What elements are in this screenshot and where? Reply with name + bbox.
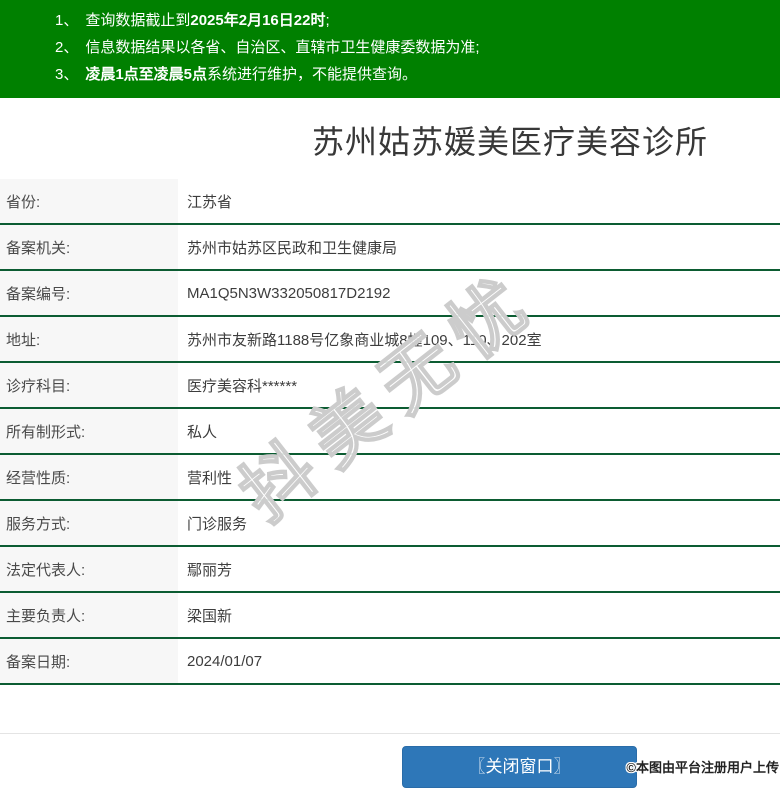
notice-text: 信息数据结果以各省、自治区、直辖市卫生健康委数据为准; [85, 39, 480, 56]
clinic-title: 苏州姑苏媛美医疗美容诊所 [311, 124, 708, 160]
table-row-record-date: 备案日期: 2024/01/07 [0, 639, 780, 685]
close-window-button[interactable]: 〖关闭窗口〗 [402, 746, 637, 788]
notice-line-3: 3、 凌晨1点至凌晨5点系统进行维护，不能提供查询。 [55, 61, 770, 88]
field-label: 服务方式: [0, 501, 178, 545]
copyright-note: ©本图由平台注册用户上传 [626, 760, 779, 775]
notice-number: 1、 [55, 12, 79, 29]
notice-number: 2、 [55, 39, 79, 56]
field-value: MA1Q5N3W332050817D2192 [187, 284, 391, 302]
table-row-service-mode: 服务方式: 门诊服务 [0, 501, 780, 547]
notice-text-bold: 凌晨1点至凌晨5点 [85, 66, 208, 83]
field-label: 备案编号: [0, 271, 178, 315]
table-row-address: 地址: 苏州市友新路1188号亿象商业城8幢109、110、202室 [0, 317, 780, 363]
footer-divider [0, 733, 780, 734]
field-value: 医疗美容科****** [187, 377, 298, 395]
field-label: 经营性质: [0, 455, 178, 499]
field-value: 江苏省 [187, 193, 233, 211]
field-label: 地址: [0, 317, 178, 361]
field-value: 门诊服务 [187, 515, 248, 533]
notice-text: 系统进行维护，不能提供查询。 [207, 66, 418, 83]
notice-line-2: 2、 信息数据结果以各省、自治区、直辖市卫生健康委数据为准; [55, 34, 770, 61]
table-row-person-in-charge: 主要负责人: 梁国新 [0, 593, 780, 639]
field-value: 营利性 [187, 469, 233, 487]
table-row-province: 省份: 江苏省 [0, 179, 780, 225]
table-row-record-number: 备案编号: MA1Q5N3W332050817D2192 [0, 271, 780, 317]
field-label: 备案日期: [0, 639, 178, 683]
field-value: 梁国新 [187, 607, 233, 625]
table-row-authority: 备案机关: 苏州市姑苏区民政和卫生健康局 [0, 225, 780, 271]
field-label: 所有制形式: [0, 409, 178, 453]
field-label: 备案机关: [0, 225, 178, 269]
table-row-departments: 诊疗科目: 医疗美容科****** [0, 363, 780, 409]
table-row-business-nature: 经营性质: 营利性 [0, 455, 780, 501]
field-value: 鄢丽芳 [187, 561, 233, 579]
notice-banner: 1、 查询数据截止到2025年2月16日22时; 2、 信息数据结果以各省、自治区、… [0, 0, 780, 98]
table-row-legal-representative: 法定代表人: 鄢丽芳 [0, 547, 780, 593]
record-table: 省份: 江苏省 备案机关: 苏州市姑苏区民政和卫生健康局 备案编号: MA1Q5… [0, 179, 780, 685]
field-label: 诊疗科目: [0, 363, 178, 407]
notice-number: 3、 [55, 66, 79, 83]
field-value: 私人 [187, 423, 218, 441]
field-label: 省份: [0, 179, 178, 223]
notice-text: 查询数据截止到 [85, 12, 191, 29]
field-value: 2024/01/07 [187, 652, 263, 670]
notice-text-bold: 2025年2月16日22时 [190, 12, 326, 29]
field-label: 主要负责人: [0, 593, 178, 637]
notice-line-1: 1、 查询数据截止到2025年2月16日22时; [55, 7, 770, 34]
table-row-ownership: 所有制形式: 私人 [0, 409, 780, 455]
field-value: 苏州市姑苏区民政和卫生健康局 [187, 239, 398, 257]
field-value: 苏州市友新路1188号亿象商业城8幢109、110、202室 [187, 331, 542, 349]
field-label: 法定代表人: [0, 547, 178, 591]
notice-text: ; [325, 12, 330, 29]
